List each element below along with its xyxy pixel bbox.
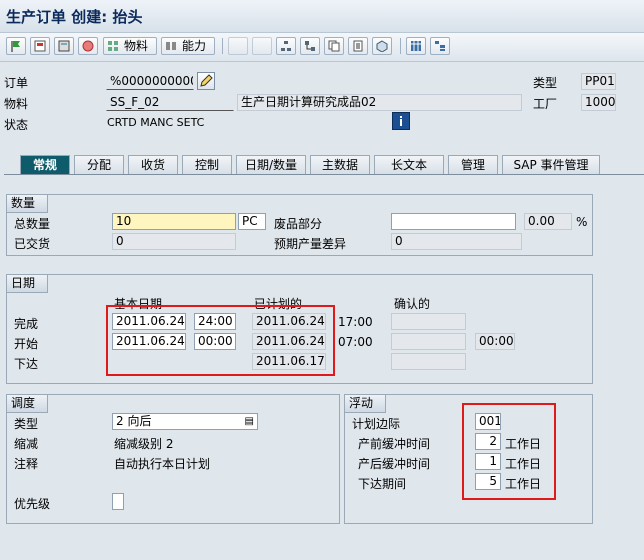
order-field[interactable]: %00000000001: [106, 73, 194, 90]
scheduling-type-label: 类型: [14, 417, 39, 431]
sm-key-label: 计划边际: [352, 417, 401, 431]
status-value: CRTD MANC SETC: [107, 116, 205, 129]
note-value: 自动执行本日计划: [114, 457, 211, 471]
status-icon[interactable]: [78, 37, 98, 55]
scrap-percent-field: 0.00: [524, 213, 572, 230]
network-icon[interactable]: [300, 37, 320, 55]
document-icon[interactable]: [30, 37, 50, 55]
delivered-field: 0: [112, 233, 236, 250]
scrap-label: 废品部分: [274, 217, 323, 231]
cube-icon[interactable]: [372, 37, 392, 55]
float-before-label: 产前缓冲时间: [358, 437, 431, 451]
hierarchy-icon[interactable]: [276, 37, 296, 55]
application-toolbar: 物料 能力: [0, 33, 644, 62]
float-highlight-box: [462, 403, 556, 500]
capacity-button-label: 能力: [182, 39, 207, 53]
type-label: 类型: [533, 76, 558, 90]
release-period-label: 下达期间: [358, 477, 407, 491]
total-quantity-field[interactable]: 10: [112, 213, 236, 230]
scheduling-type-field[interactable]: 2 向后 ▤: [112, 413, 258, 430]
priority-field[interactable]: [112, 493, 124, 510]
plant-label: 工厂: [533, 97, 558, 111]
delivered-label: 已交货: [14, 237, 51, 251]
expected-variance-label: 预期产量差异: [274, 237, 347, 251]
tab-event-management[interactable]: SAP 事件管理: [502, 155, 600, 174]
tab-goods-receipt[interactable]: 收货: [128, 155, 178, 174]
float-group-title: 浮动: [344, 394, 387, 413]
dates-group-title: 日期: [6, 274, 49, 293]
tab-assignment[interactable]: 分配: [74, 155, 124, 174]
capacity-button[interactable]: 能力: [161, 37, 215, 55]
table-icon[interactable]: [406, 37, 426, 55]
tab-long-text[interactable]: 长文本: [374, 155, 444, 174]
flag-icon[interactable]: [6, 37, 26, 55]
confirmed-dates-header: 确认的: [394, 297, 431, 311]
quantity-group-title: 数量: [6, 194, 49, 213]
edit-icon[interactable]: [197, 72, 215, 90]
window-title: 生产订单 创建: 抬头: [6, 8, 143, 26]
dropdown-icon[interactable]: ▤: [245, 414, 254, 429]
type-field: PP01: [581, 73, 616, 90]
dates-highlight-box: [106, 305, 335, 376]
total-quantity-label: 总数量: [14, 217, 51, 231]
tab-divider: [4, 174, 644, 175]
start-confirmed-time: 00:00: [475, 333, 515, 350]
release-confirmed-date: [391, 353, 466, 370]
tab-administration[interactable]: 管理: [448, 155, 498, 174]
list-icon[interactable]: [348, 37, 368, 55]
order-label: 订单: [4, 76, 29, 90]
material-button[interactable]: 物料: [103, 37, 157, 55]
tab-master-data[interactable]: 主数据: [310, 155, 370, 174]
release-label: 下达: [14, 357, 39, 371]
finish-label: 完成: [14, 317, 39, 331]
scrap-field[interactable]: [391, 213, 516, 230]
reduction-value: 缩减级别 2: [114, 437, 174, 451]
material-description: 生产日期计算研究成品02: [237, 94, 522, 111]
finish-scheduled-time: 17:00: [338, 315, 373, 329]
unit-field[interactable]: PC: [238, 213, 266, 230]
note-label: 注释: [14, 457, 39, 471]
start-label: 开始: [14, 337, 39, 351]
plant-field: 1000: [581, 94, 616, 111]
finish-confirmed-date: [391, 313, 466, 330]
cloud-icon[interactable]: [252, 37, 272, 55]
material-button-label: 物料: [124, 39, 149, 53]
tab-control[interactable]: 控制: [182, 155, 232, 174]
float-after-label: 产后缓冲时间: [358, 457, 431, 471]
tab-dates-quantities[interactable]: 日期/数量: [236, 155, 306, 174]
start-scheduled-time: 07:00: [338, 335, 373, 349]
priority-label: 优先级: [14, 497, 51, 511]
tree-icon[interactable]: [430, 37, 450, 55]
calculator-icon[interactable]: [54, 37, 74, 55]
copy-icon[interactable]: [324, 37, 344, 55]
status-label: 状态: [4, 118, 29, 132]
reduction-label: 缩减: [14, 437, 39, 451]
material-field[interactable]: SS_F_02: [106, 94, 234, 111]
percent-sign: %: [576, 215, 588, 229]
expected-variance-field: 0: [391, 233, 522, 250]
grid-icon[interactable]: [228, 37, 248, 55]
info-icon[interactable]: [392, 112, 410, 130]
scheduling-type-value: 2 向后: [116, 414, 152, 428]
start-confirmed-date: [391, 333, 466, 350]
tab-general[interactable]: 常规: [20, 155, 70, 175]
material-label: 物料: [4, 97, 29, 111]
scheduling-group-title: 调度: [6, 394, 49, 413]
